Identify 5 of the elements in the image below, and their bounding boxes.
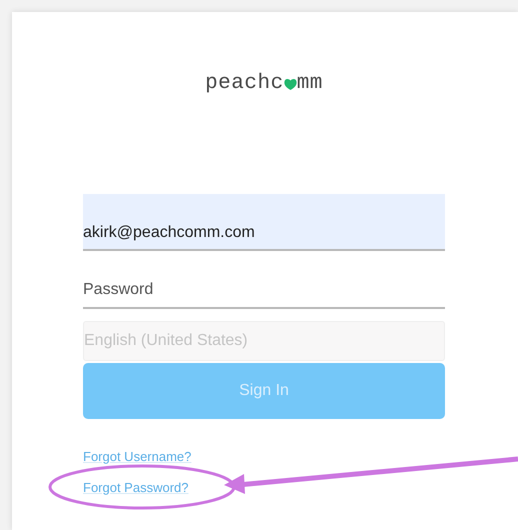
logo-text: peachc: [205, 72, 284, 94]
email-field[interactable]: akirk@peachcomm.com: [83, 194, 445, 251]
link[interactable]: Forgot Username?: [83, 449, 192, 464]
link[interactable]: Forgot Password?: [83, 480, 188, 495]
logo-text: mm: [296, 72, 323, 94]
